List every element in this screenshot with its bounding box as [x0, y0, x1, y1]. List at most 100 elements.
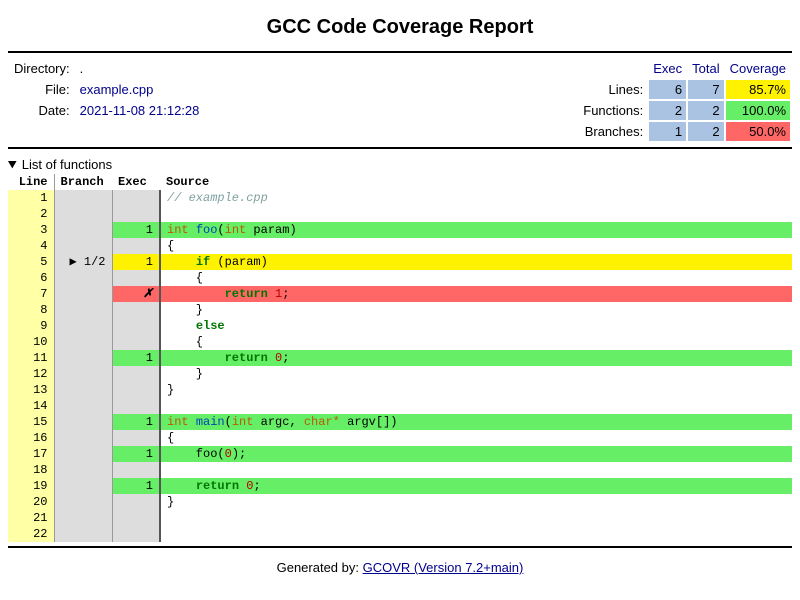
- col-line: Line: [8, 174, 54, 190]
- branch-cell: [54, 318, 112, 334]
- branch-cell: [54, 494, 112, 510]
- gcovr-link[interactable]: GCOVR (Version 7.2+main): [363, 560, 524, 575]
- source-line: 9 else: [8, 318, 792, 334]
- line-number: 15: [8, 414, 54, 430]
- divider: [8, 51, 792, 53]
- exec-cell: 1: [112, 254, 160, 270]
- file-label: File:: [10, 80, 74, 99]
- divider: [8, 546, 792, 548]
- branch-cell: [54, 238, 112, 254]
- source-cell: foo(0);: [160, 446, 792, 462]
- branch-cell: [54, 526, 112, 542]
- col-exec: Exec: [112, 174, 160, 190]
- line-number: 17: [8, 446, 54, 462]
- branch-cell: [54, 366, 112, 382]
- source-line: 20}: [8, 494, 792, 510]
- lines-label: Lines:: [579, 80, 647, 99]
- line-number: 8: [8, 302, 54, 318]
- branch-cell: [54, 222, 112, 238]
- branch-cell: [54, 510, 112, 526]
- source-cell: [160, 398, 792, 414]
- line-number: 13: [8, 382, 54, 398]
- branch-cell: ▶ 1/2: [54, 254, 112, 270]
- branch-cell: [54, 206, 112, 222]
- source-cell: }: [160, 366, 792, 382]
- source-cell: {: [160, 334, 792, 350]
- cov-header-total: Total: [688, 59, 723, 78]
- branch-cell: [54, 270, 112, 286]
- exec-cell: 1: [112, 222, 160, 238]
- functions-summary[interactable]: List of functions: [8, 155, 792, 174]
- branch-cell: [54, 430, 112, 446]
- exec-cell: [112, 238, 160, 254]
- source-line: 111 return 0;: [8, 350, 792, 366]
- directory-value: .: [76, 59, 204, 78]
- source-cell: return 0;: [160, 350, 792, 366]
- exec-cell: [112, 318, 160, 334]
- line-number: 7: [8, 286, 54, 302]
- source-line: 10 {: [8, 334, 792, 350]
- line-number: 10: [8, 334, 54, 350]
- line-number: 3: [8, 222, 54, 238]
- source-cell: int foo(int param): [160, 222, 792, 238]
- line-number: 6: [8, 270, 54, 286]
- line-number: 19: [8, 478, 54, 494]
- col-branch: Branch: [54, 174, 112, 190]
- source-cell: [160, 462, 792, 478]
- branch-cell: [54, 382, 112, 398]
- line-number: 5: [8, 254, 54, 270]
- line-number: 1: [8, 190, 54, 206]
- source-cell: }: [160, 302, 792, 318]
- source-line: 1 // example.cpp: [8, 190, 792, 206]
- lines-exec: 6: [649, 80, 686, 99]
- line-number: 20: [8, 494, 54, 510]
- source-cell: int main(int argc, char* argv[]): [160, 414, 792, 430]
- source-line: 13}: [8, 382, 792, 398]
- branch-cell: [54, 478, 112, 494]
- date-value: 2021-11-08 21:12:28: [80, 103, 200, 118]
- source-line: 22: [8, 526, 792, 542]
- source-line: 191 return 0;: [8, 478, 792, 494]
- line-number: 16: [8, 430, 54, 446]
- exec-cell: 1: [112, 414, 160, 430]
- line-number: 11: [8, 350, 54, 366]
- branches-total: 2: [688, 122, 723, 141]
- divider: [8, 147, 792, 149]
- exec-cell: [112, 302, 160, 318]
- source-cell: [160, 510, 792, 526]
- footer: Generated by: GCOVR (Version 7.2+main): [8, 560, 792, 575]
- source-cell: }: [160, 382, 792, 398]
- source-cell: else: [160, 318, 792, 334]
- exec-cell: [112, 190, 160, 206]
- source-line: 8 }: [8, 302, 792, 318]
- exec-cell: [112, 334, 160, 350]
- source-line: 21: [8, 510, 792, 526]
- source-line: 14: [8, 398, 792, 414]
- source-line: 7✗ return 1;: [8, 286, 792, 302]
- exec-cell: [112, 494, 160, 510]
- source-line: 4{: [8, 238, 792, 254]
- exec-cell: 1: [112, 350, 160, 366]
- source-cell: // example.cpp: [160, 190, 792, 206]
- functions-summary-label: List of functions: [22, 157, 112, 172]
- functions-disclosure[interactable]: List of functions: [8, 155, 792, 174]
- funcs-total: 2: [688, 101, 723, 120]
- exec-cell: [112, 430, 160, 446]
- directory-label: Directory:: [10, 59, 74, 78]
- source-cell: return 0;: [160, 478, 792, 494]
- file-link[interactable]: example.cpp: [80, 82, 154, 97]
- line-number: 21: [8, 510, 54, 526]
- branch-cell: [54, 398, 112, 414]
- exec-cell: [112, 462, 160, 478]
- source-cell: return 1;: [160, 286, 792, 302]
- source-line: 12 }: [8, 366, 792, 382]
- source-line: 5▶ 1/21 if (param): [8, 254, 792, 270]
- line-number: 4: [8, 238, 54, 254]
- line-number: 12: [8, 366, 54, 382]
- summary-table: Directory: . Exec Total Coverage File: e…: [8, 57, 792, 143]
- branch-cell: [54, 334, 112, 350]
- date-label: Date:: [10, 101, 74, 120]
- line-number: 22: [8, 526, 54, 542]
- branches-exec: 1: [649, 122, 686, 141]
- branch-cell: [54, 302, 112, 318]
